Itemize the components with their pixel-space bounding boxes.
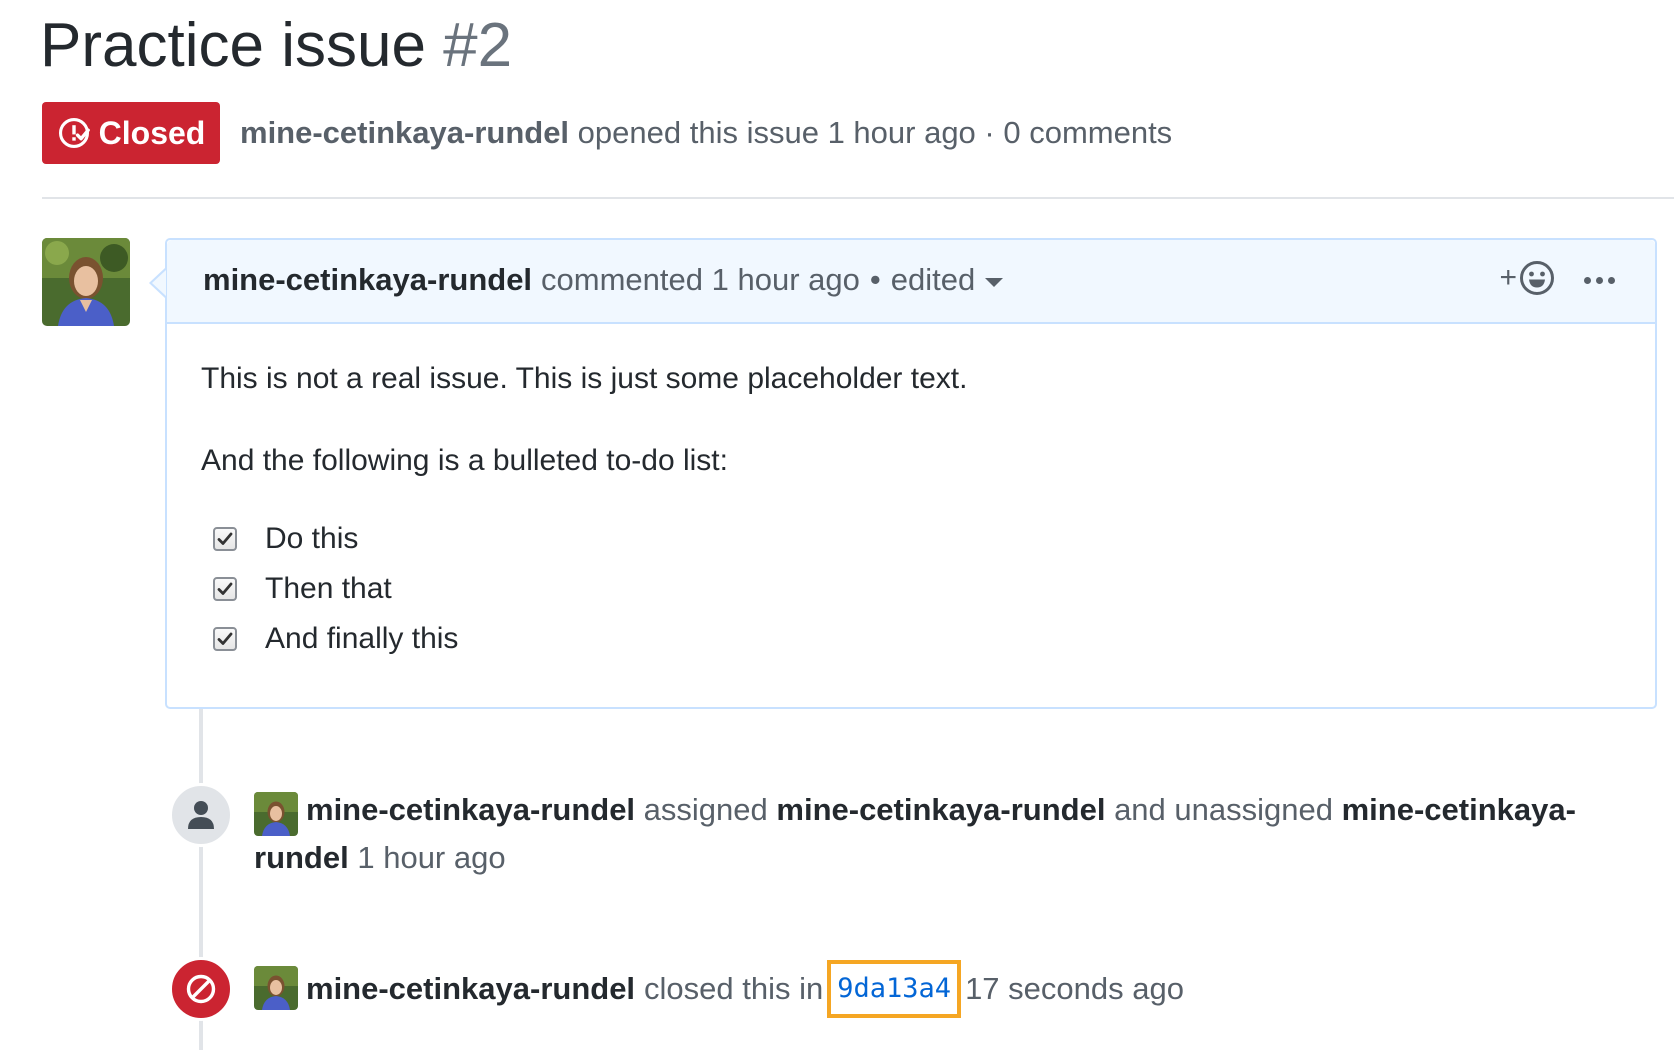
comment-paragraph: This is not a real issue. This is just s…: [201, 362, 968, 395]
task-label: Do this: [265, 522, 359, 555]
close-event-text: mine-cetinkaya-rundel closed this in 9da…: [254, 960, 1184, 1018]
close-actor-link[interactable]: mine-cetinkaya-rundel: [306, 965, 635, 1013]
task-label: Then that: [265, 572, 392, 605]
task-list-item: And finally this: [201, 614, 1621, 664]
task-checkbox[interactable]: [213, 627, 237, 651]
comment-options-button[interactable]: [1584, 262, 1615, 298]
issue-state-label: Closed: [98, 114, 206, 151]
chevron-down-icon: [985, 277, 1004, 287]
comment-author-link[interactable]: mine-cetinkaya-rundel: [203, 259, 532, 301]
issue-number: #2: [443, 11, 513, 80]
unassign-verb: and unassigned: [1114, 792, 1333, 827]
task-checkbox[interactable]: [213, 527, 237, 551]
comment-header: mine-cetinkaya-rundel commented 1 hour a…: [167, 240, 1655, 324]
issue-state-badge: Closed: [42, 102, 220, 164]
assign-actor-link[interactable]: mine-cetinkaya-rundel: [306, 792, 635, 827]
task-checkbox[interactable]: [213, 577, 237, 601]
task-list: Do this Then that And finally this: [201, 514, 1621, 664]
issue-meta: mine-cetinkaya-rundel opened this issue …: [240, 112, 1172, 154]
person-icon: [188, 801, 214, 829]
kebab-horizontal-icon: [1584, 276, 1591, 284]
issue-closed-icon: [58, 117, 90, 149]
task-label: And finally this: [265, 622, 459, 655]
comment-edited-label: edited: [890, 262, 976, 297]
add-reaction-button[interactable]: +: [1499, 260, 1555, 296]
comment-separator: •: [869, 262, 881, 297]
comment-header-text: mine-cetinkaya-rundel commented 1 hour a…: [203, 259, 1004, 301]
commit-link[interactable]: 9da13a4: [827, 960, 962, 1018]
issue-title-text: Practice issue: [40, 11, 426, 80]
header-divider: [42, 197, 1674, 199]
close-verb: closed this in: [644, 971, 824, 1006]
assign-target-link[interactable]: mine-cetinkaya-rundel: [776, 792, 1105, 827]
comment-body: This is not a real issue. This is just s…: [167, 324, 1655, 664]
issue-meta-text: opened this issue 1 hour ago · 0 comment…: [577, 115, 1173, 150]
comment-caret-inner: [152, 270, 166, 296]
close-time[interactable]: 17 seconds ago: [965, 965, 1184, 1013]
assign-event-text: mine-cetinkaya-rundel assigned mine-ceti…: [254, 786, 1594, 882]
assign-verb: assigned: [643, 792, 768, 827]
circle-slash-icon: [186, 974, 216, 1004]
check-icon: [217, 632, 233, 645]
comment-box: mine-cetinkaya-rundel commented 1 hour a…: [165, 238, 1657, 709]
comment-edited-dropdown[interactable]: edited: [890, 259, 1004, 301]
task-list-item: Then that: [201, 564, 1621, 614]
task-list-item: Do this: [201, 514, 1621, 564]
close-event-badge: [169, 957, 233, 1021]
issue-author-link[interactable]: mine-cetinkaya-rundel: [240, 115, 569, 150]
avatar-image: [42, 238, 130, 326]
assign-time[interactable]: 1 hour ago: [357, 840, 505, 875]
check-icon: [217, 582, 233, 595]
smiley-icon: [1520, 261, 1554, 295]
assign-event-badge: [169, 783, 233, 847]
kebab-dot: [1596, 276, 1603, 284]
issue-page: Practice issue #2 Closed mine-cetinkaya-…: [0, 0, 1674, 1050]
check-icon: [217, 532, 233, 545]
comment-paragraph: And the following is a bulleted to-do li…: [201, 444, 728, 477]
plus-label: +: [1499, 261, 1517, 294]
comment-timestamp[interactable]: commented 1 hour ago: [541, 259, 860, 301]
issue-title: Practice issue #2: [40, 10, 512, 82]
kebab-dot: [1608, 276, 1615, 284]
comment-author-avatar[interactable]: [42, 238, 130, 326]
